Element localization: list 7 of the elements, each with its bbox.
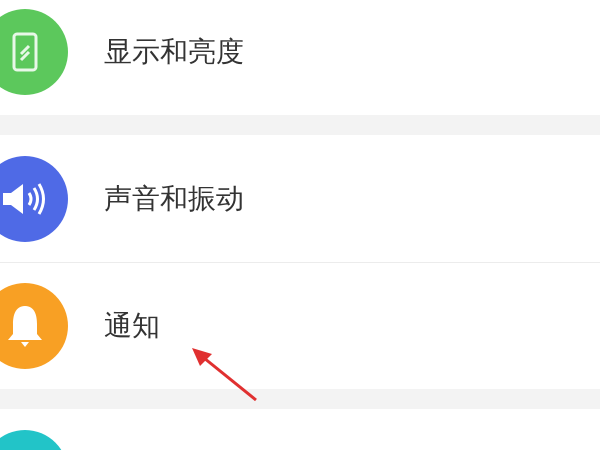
setting-label: 显示和亮度 [104, 34, 244, 70]
settings-row[interactable]: 显示和亮度 [0, 0, 600, 115]
settings-row[interactable]: 声音和振动 [0, 135, 600, 262]
phone-icon [12, 32, 38, 72]
bell-icon [5, 304, 45, 348]
setting-label: 声音和振动 [104, 180, 244, 216]
setting-label: 通知 [104, 308, 160, 344]
